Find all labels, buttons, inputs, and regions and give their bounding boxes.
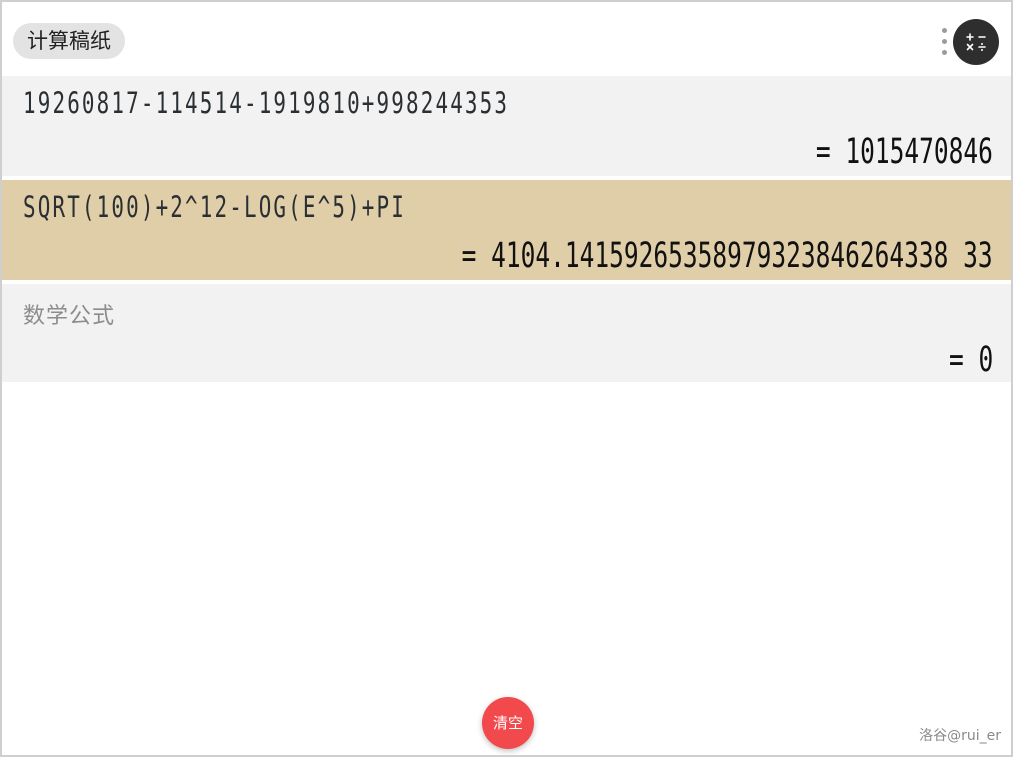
formula-row-1[interactable]: 19260817-114514-1919810+998244353 = 1015… — [2, 76, 1011, 176]
formula-result: = 0 — [948, 340, 993, 380]
calculator-icon — [966, 33, 986, 51]
top-bar: 计算稿纸 — [2, 2, 1011, 76]
formula-row-3[interactable]: 数学公式 = 0 — [2, 284, 1011, 382]
page-title: 计算稿纸 — [13, 23, 125, 59]
formula-input-placeholder[interactable]: 数学公式 — [23, 298, 115, 330]
calculator-button[interactable] — [953, 19, 999, 65]
formula-expression[interactable]: 19260817-114514-1919810+998244353 — [23, 86, 509, 120]
formula-row-2[interactable]: SQRT(100)+2^12-LOG(E^5)+PI = 4104.141592… — [2, 180, 1011, 280]
clear-button[interactable]: 清空 — [482, 697, 534, 749]
author-credit: 洛谷@rui_er — [919, 728, 1001, 744]
more-vertical-icon[interactable] — [940, 27, 950, 57]
formula-result: = 1015470846 — [815, 132, 993, 172]
formula-expression[interactable]: SQRT(100)+2^12-LOG(E^5)+PI — [23, 190, 406, 224]
app-window: 计算稿纸 19260817-114514-1919810+998244353 =… — [0, 0, 1013, 757]
formula-result: = 4104.14159265358979323846264338 33 — [461, 236, 993, 276]
